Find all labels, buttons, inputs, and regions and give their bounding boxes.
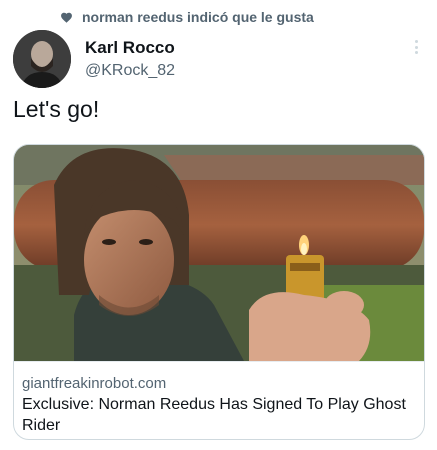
author-name[interactable]: Karl Rocco <box>85 38 175 58</box>
author-handle[interactable]: @KRock_82 <box>85 62 175 80</box>
card-image <box>14 145 424 361</box>
social-context[interactable]: norman reedus indicó que le gusta <box>60 8 314 26</box>
link-card[interactable]: giantfreakinrobot.com Exclusive: Norman … <box>13 144 425 440</box>
avatar[interactable] <box>13 30 71 88</box>
heart-icon <box>61 12 72 23</box>
card-title: Exclusive: Norman Reedus Has Signed To P… <box>22 396 406 434</box>
more-options-icon[interactable] <box>410 38 422 56</box>
avatar-image <box>13 30 71 88</box>
social-context-text: norman reedus indicó que le gusta <box>82 9 314 25</box>
tweet-text: Let's go! <box>13 96 100 122</box>
card-meta: giantfreakinrobot.com Exclusive: Norman … <box>14 361 424 439</box>
card-domain: giantfreakinrobot.com <box>22 375 167 392</box>
